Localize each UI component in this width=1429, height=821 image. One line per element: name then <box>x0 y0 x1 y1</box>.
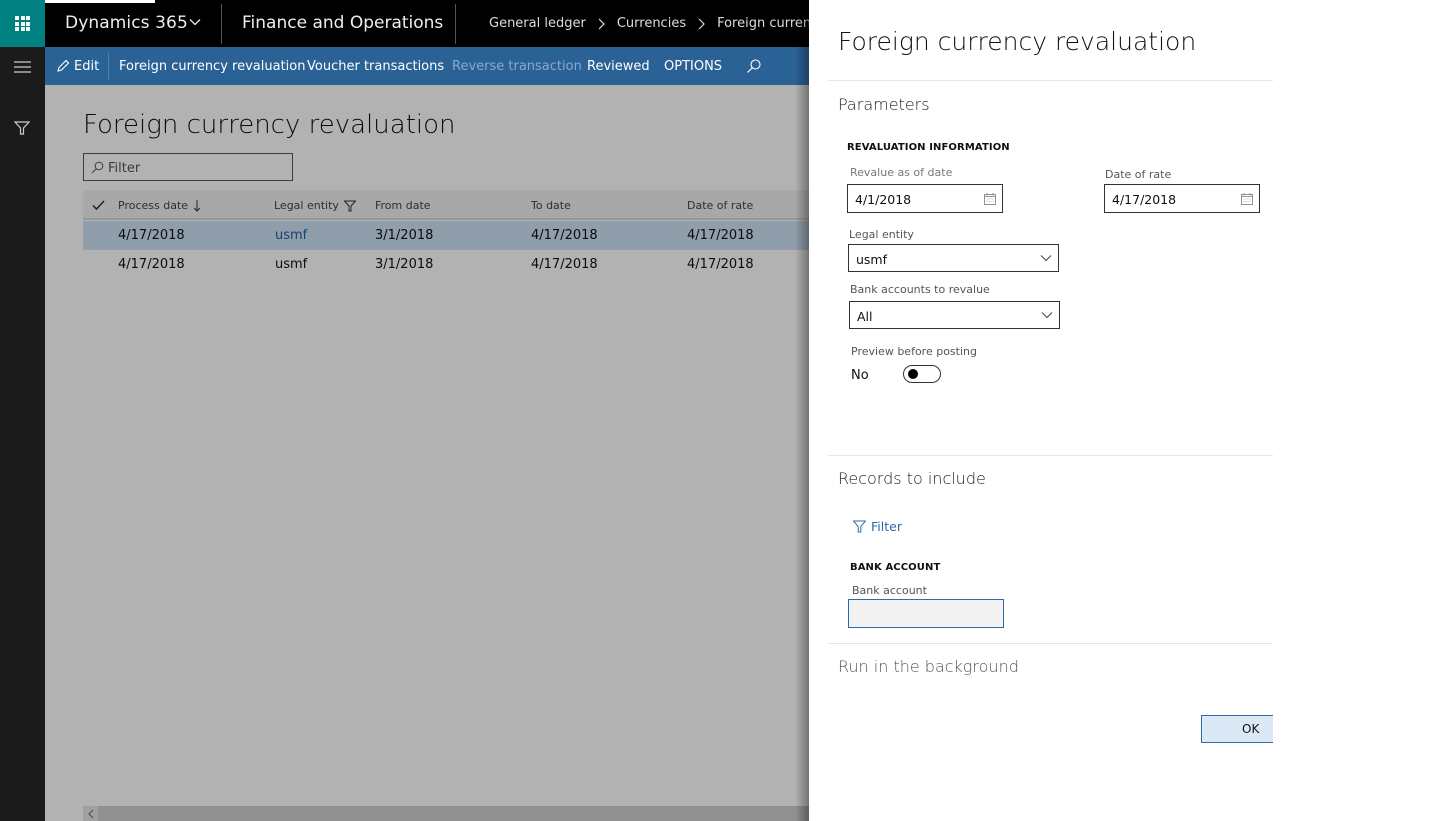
toggle-knob <box>908 369 918 379</box>
date-of-rate-field[interactable] <box>1104 184 1260 213</box>
bank-account-label: Bank account <box>852 584 927 597</box>
divider <box>108 52 109 80</box>
filter-icon[interactable] <box>14 120 30 136</box>
hamburger-menu-icon[interactable] <box>14 61 31 73</box>
waffle-icon <box>15 16 30 31</box>
reverse-transaction-button: Reverse transaction <box>452 59 582 74</box>
divider <box>221 4 222 44</box>
bank-account-input[interactable] <box>849 600 1003 627</box>
divider <box>828 643 1273 644</box>
section-parameters[interactable]: Parameters <box>838 95 930 114</box>
chevron-down-icon[interactable] <box>1041 310 1053 320</box>
modal-overlay <box>45 85 809 821</box>
chevron-down-icon[interactable] <box>1040 253 1052 263</box>
breadcrumb: General ledger Currencies Foreign curren… <box>489 16 835 31</box>
foreign-currency-revaluation-button[interactable]: Foreign currency revaluation <box>119 59 305 74</box>
records-filter-button[interactable]: Filter <box>853 519 902 534</box>
calendar-icon[interactable] <box>1241 193 1253 205</box>
section-records-to-include[interactable]: Records to include <box>838 469 986 488</box>
revaluation-dialog: Foreign currency revaluation Parameters … <box>809 0 1429 821</box>
filter-label: Filter <box>871 519 902 534</box>
loading-indicator <box>45 0 155 3</box>
preview-before-posting-toggle[interactable] <box>903 365 941 383</box>
preview-before-posting-label: Preview before posting <box>851 345 977 358</box>
date-of-rate-label: Date of rate <box>1105 168 1172 181</box>
app-launcher-button[interactable] <box>0 0 45 47</box>
group-title-revaluation-information: REVALUATION INFORMATION <box>847 142 1010 153</box>
pencil-icon <box>57 59 70 72</box>
dialog-shadow <box>795 0 809 821</box>
preview-before-posting-value: No <box>851 368 869 383</box>
revalue-as-of-date-label: Revalue as of date <box>850 166 953 179</box>
section-run-in-the-background[interactable]: Run in the background <box>838 657 1019 676</box>
breadcrumb-item[interactable]: Currencies <box>617 16 686 31</box>
edit-button[interactable]: Edit <box>74 59 99 74</box>
bank-accounts-to-revalue-dropdown[interactable] <box>849 301 1060 329</box>
group-title-bank-account: BANK ACCOUNT <box>850 562 941 573</box>
chevron-right-icon <box>698 18 705 29</box>
legal-entity-label: Legal entity <box>849 228 914 241</box>
voucher-transactions-button[interactable]: Voucher transactions <box>307 59 444 74</box>
legal-entity-input[interactable] <box>856 250 976 268</box>
filter-icon <box>853 520 866 533</box>
breadcrumb-item[interactable]: General ledger <box>489 16 586 31</box>
bank-account-field[interactable] <box>848 599 1004 628</box>
bank-accounts-to-revalue-label: Bank accounts to revalue <box>850 283 990 296</box>
brand-title[interactable]: Dynamics 365 <box>65 13 188 33</box>
reviewed-button[interactable]: Reviewed <box>587 59 650 74</box>
divider <box>828 80 1273 81</box>
revalue-as-of-date-field[interactable] <box>847 184 1003 213</box>
options-tab[interactable]: OPTIONS <box>664 59 722 74</box>
chevron-right-icon <box>598 18 605 29</box>
date-of-rate-input[interactable] <box>1112 190 1232 208</box>
dialog-title: Foreign currency revaluation <box>838 27 1197 56</box>
legal-entity-dropdown[interactable] <box>848 244 1059 272</box>
module-title: Finance and Operations <box>242 13 444 33</box>
bank-accounts-to-revalue-input[interactable] <box>857 307 977 325</box>
divider <box>828 455 1273 456</box>
ok-button[interactable]: OK <box>1201 715 1273 743</box>
revalue-as-of-date-input[interactable] <box>855 190 975 208</box>
search-icon[interactable] <box>746 58 762 74</box>
left-navigation-rail <box>0 47 45 821</box>
chevron-down-icon[interactable] <box>188 15 202 29</box>
divider <box>455 4 456 44</box>
calendar-icon[interactable] <box>984 193 996 205</box>
